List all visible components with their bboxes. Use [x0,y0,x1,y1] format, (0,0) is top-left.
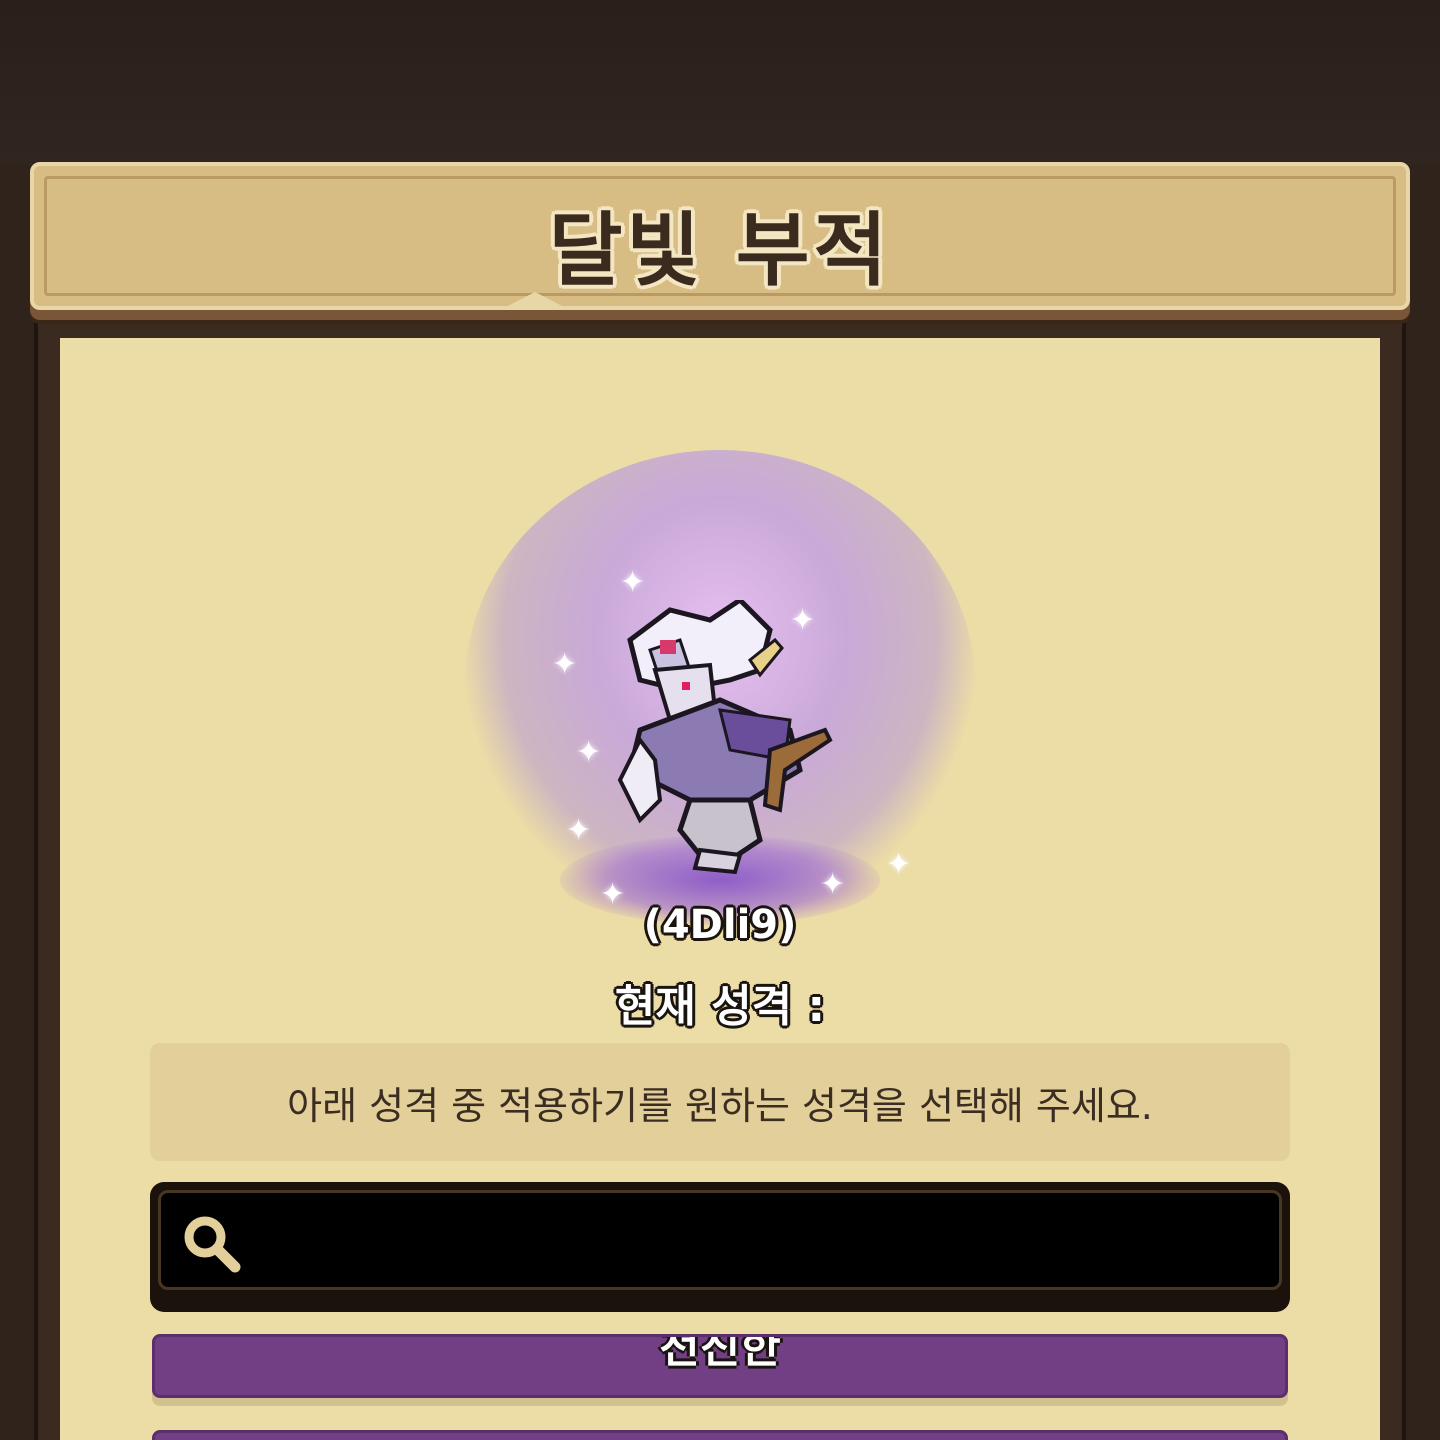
dialog-title-bar: 달빛 부적 [30,162,1410,310]
current-personality-label: 현재 성격 : [614,981,826,1032]
search-field-frame [158,1190,1282,1290]
sparkle-icon: ✦ [576,735,602,770]
character-code: (4Dli9) [643,902,797,948]
sparkle-icon: ✦ [552,647,578,682]
sparkle-icon: ✦ [566,813,592,848]
search-box[interactable] [150,1182,1290,1312]
sparkle-icon: ✦ [620,565,646,600]
personality-option[interactable] [152,1430,1288,1440]
dialog-title: 달빛 부적 [548,204,892,297]
search-icon [184,1216,241,1273]
personality-option[interactable]: 천진한 [152,1334,1288,1398]
sparkle-icon: ✦ [886,847,912,882]
instruction-box: 아래 성격 중 적용하기를 원하는 성격을 선택해 주세요. [150,1043,1290,1161]
character-sprite [617,600,833,875]
background-top [0,0,1440,165]
sparkle-icon: ✦ [790,603,816,638]
instruction-text: 아래 성격 중 적용하기를 원하는 성격을 선택해 주세요. [287,1083,1153,1128]
search-input[interactable] [261,1203,1261,1279]
personality-option-label: 천진한 [659,1334,781,1373]
sparkle-icon: ✦ [820,867,846,902]
